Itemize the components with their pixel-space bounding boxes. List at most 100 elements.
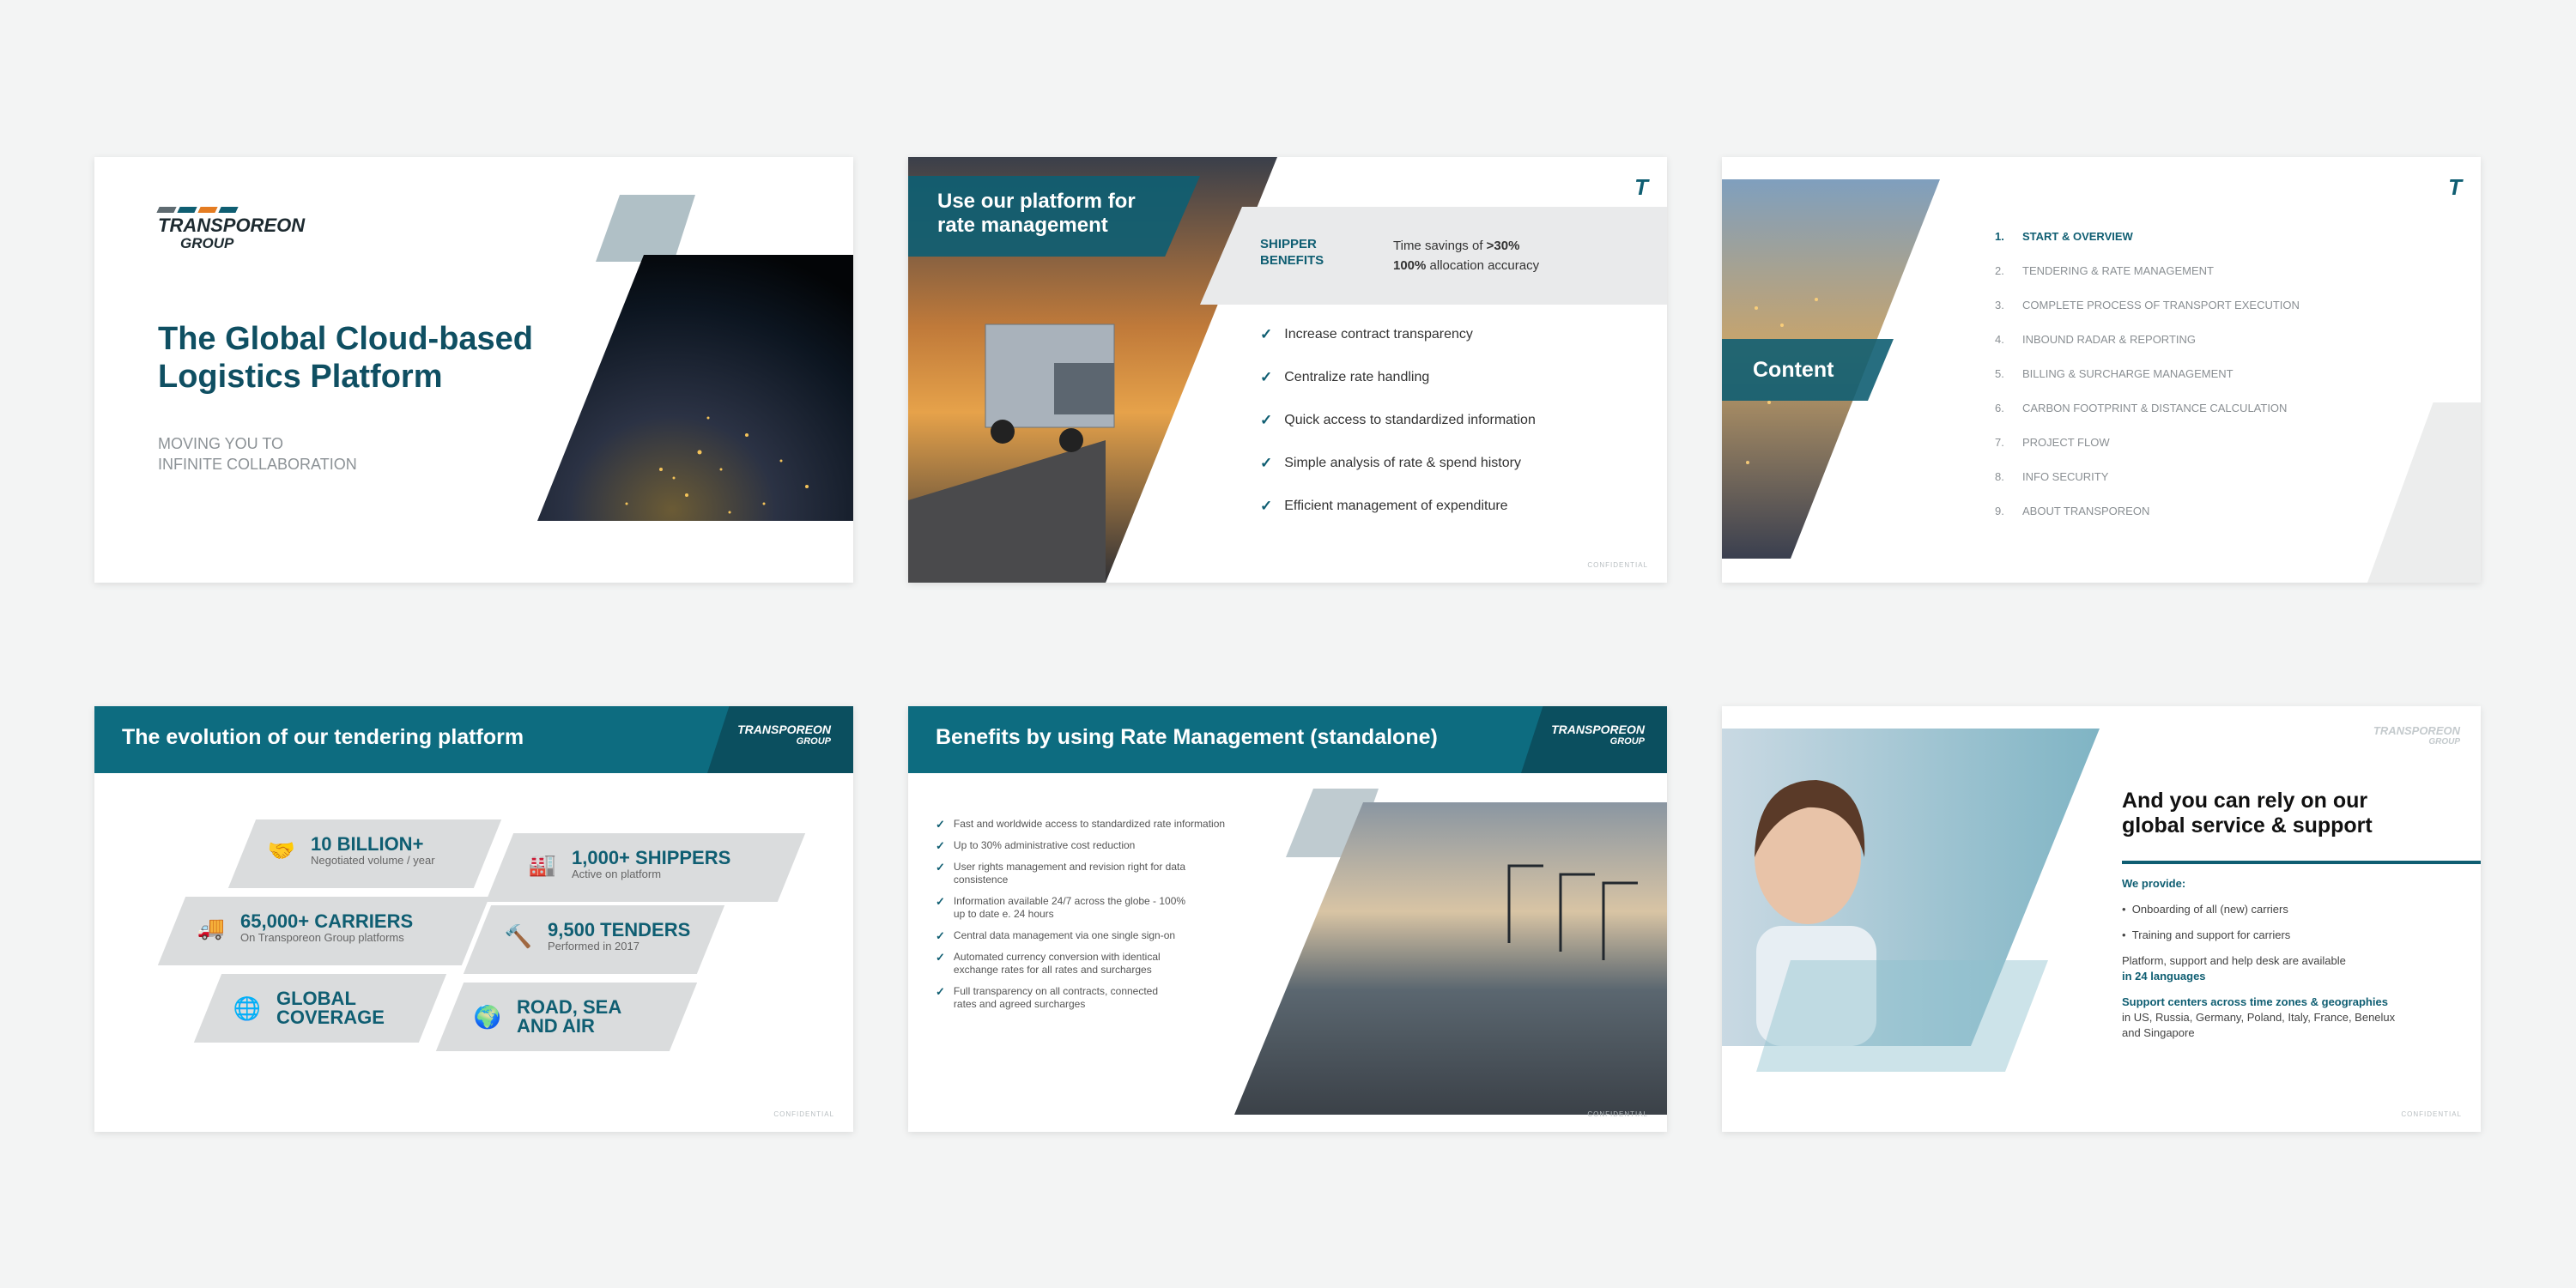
benefits-label-line-1: SHIPPER <box>1260 237 1317 251</box>
list-item: ✓ Efficient management of expenditure <box>1260 498 1508 514</box>
we-provide-label: We provide: <box>2122 877 2186 890</box>
list-item: ✓ Simple analysis of rate & spend history <box>1260 455 1521 471</box>
stat-tenders: 🔨 9,500 TENDERS Performed in 2017 <box>504 919 691 953</box>
subtitle-line-2: INFINITE COLLABORATION <box>158 456 357 473</box>
heading-line-2: rate management <box>937 214 1108 237</box>
content-label: Content <box>1753 358 1834 382</box>
harbor-city-image <box>1234 789 1667 1115</box>
subtitle-line-1: MOVING YOU TO <box>158 435 284 452</box>
support-details: We provide: • Onboarding of all (new) ca… <box>2122 876 2457 1041</box>
factory-icon: 🏭 <box>528 851 557 877</box>
stat-volume: 🤝 10 BILLION+ Negotiated volume / year <box>267 833 435 868</box>
footer-text: CONFIDENTIAL <box>773 1110 834 1118</box>
banner-logo-name: TRANSPOREON <box>1551 723 1645 736</box>
slide-benefits[interactable]: Benefits by using Rate Management (stand… <box>908 706 1667 1132</box>
heading-underline <box>2122 861 2481 864</box>
check-icon: ✓ <box>936 895 945 908</box>
list-item: ✓ User rights management and revision rig… <box>936 861 1186 886</box>
list-item: ✓ Automated currency conversion with iden… <box>936 951 1161 976</box>
list-item: ✓ Full transparency on all contracts, con… <box>936 985 1159 1010</box>
check-icon: ✓ <box>936 818 945 831</box>
support-centers-text-2: and Singapore <box>2122 1026 2195 1039</box>
decorative-shape <box>2367 402 2481 583</box>
globe-icon: 🌐 <box>233 995 262 1021</box>
check-icon: ✓ <box>936 839 945 852</box>
benefit-list: ✓ Increase contract transparency ✓ Central… <box>1260 313 1536 528</box>
list-item: • Training and support for carriers <box>2122 928 2291 941</box>
toc-item[interactable]: 8. INFO SECURITY <box>1995 459 2300 493</box>
list-item: • Onboarding of all (new) carriers <box>2122 903 2288 916</box>
time-savings-text: Time savings of >30% <box>1393 239 1520 253</box>
list-item: ✓ Information available 24/7 across the g… <box>936 895 1186 920</box>
check-icon: ✓ <box>936 985 945 998</box>
heading-line-1: And you can rely on our <box>2122 789 2368 813</box>
check-icon: ✓ <box>1260 498 1273 514</box>
toc-item[interactable]: 6. CARBON FOOTPRINT & DISTANCE CALCULATIO… <box>1995 390 2300 425</box>
check-icon: ✓ <box>1260 412 1273 428</box>
check-icon: ✓ <box>1260 369 1273 385</box>
toc-item[interactable]: 1. START & OVERVIEW <box>1995 219 2300 253</box>
list-item: ✓ Centralize rate handling <box>1260 369 1430 385</box>
check-icon: ✓ <box>936 929 945 942</box>
slide-rate-management[interactable]: Use our platform for rate management T S… <box>908 157 1667 583</box>
earth-night-image <box>537 195 853 521</box>
toc-item[interactable]: 3. COMPLETE PROCESS OF TRANSPORT EXECUTIO… <box>1995 287 2300 322</box>
support-agent-image <box>1722 729 2100 1072</box>
footer-text: CONFIDENTIAL <box>1587 561 1648 569</box>
handshake-icon: 🤝 <box>267 838 296 863</box>
transporeon-mark-icon: T <box>2448 174 2462 200</box>
stat-shippers: 🏭 1,000+ SHIPPERS Active on platform <box>528 847 731 881</box>
banner-logo: TRANSPOREON GROUP <box>737 723 831 747</box>
slide-heading: Benefits by using Rate Management (stand… <box>936 725 1438 749</box>
slide-heading: Use our platform for rate management <box>937 190 1136 238</box>
list-item: ✓ Increase contract transparency <box>1260 326 1473 342</box>
banner-logo-name: TRANSPOREON <box>737 723 831 736</box>
list-item: ✓ Up to 30% administrative cost reduction <box>936 839 1136 852</box>
table-of-contents: 1. START & OVERVIEW 2. TENDERING & RATE MA… <box>1995 219 2300 528</box>
banner-logo-group: GROUP <box>796 736 831 747</box>
heading-line-1: Use our platform for <box>937 190 1136 213</box>
footer-text: CONFIDENTIAL <box>1587 1110 1648 1118</box>
check-icon: ✓ <box>1260 326 1273 342</box>
list-item: ✓ Fast and worldwide access to standardiz… <box>936 818 1226 831</box>
check-icon: ✓ <box>1260 455 1273 471</box>
shipper-benefits-label: SHIPPER BENEFITS <box>1260 236 1324 269</box>
logo-name: TRANSPOREON <box>2373 724 2460 737</box>
support-centers-text-1: in US, Russia, Germany, Poland, Italy, F… <box>2122 1011 2396 1024</box>
slide-heading: The evolution of our tendering platform <box>122 725 524 749</box>
title-line-2: Logistics Platform <box>158 359 443 395</box>
heading-line-2: global service & support <box>2122 813 2373 838</box>
slide-title[interactable]: TRANSPOREON GROUP The Global Cloud-based… <box>94 157 853 583</box>
slide-heading: And you can rely on our global service &… <box>2122 789 2373 838</box>
stat-coverage: 🌐 GLOBAL COVERAGE <box>233 988 385 1028</box>
slide-service-support[interactable]: TRANSPOREON GROUP And you can rely on ou… <box>1722 706 2481 1132</box>
logo-group: GROUP <box>2428 737 2460 747</box>
list-item: ✓ Quick access to standardized informatio… <box>1260 412 1536 428</box>
footer-text: CONFIDENTIAL <box>2401 1110 2462 1118</box>
toc-item[interactable]: 7. PROJECT FLOW <box>1995 425 2300 459</box>
toc-item[interactable]: 9. ABOUT TRANSPOREON <box>1995 493 2300 528</box>
truck-icon: 🚚 <box>197 915 226 940</box>
slide-evolution[interactable]: The evolution of our tendering platform … <box>94 706 853 1132</box>
logo-name: TRANSPOREON <box>158 215 306 236</box>
transporeon-mark-icon: T <box>1634 174 1648 200</box>
benefit-list: ✓ Fast and worldwide access to standardiz… <box>936 818 1262 1019</box>
check-icon: ✓ <box>936 951 945 964</box>
toc-item[interactable]: 4. INBOUND RADAR & REPORTING <box>1995 322 2300 356</box>
languages-highlight: in 24 languages <box>2122 970 2206 983</box>
logo-group: GROUP <box>180 235 234 251</box>
transporeon-group-logo: TRANSPOREON GROUP <box>156 207 306 252</box>
check-icon: ✓ <box>936 861 945 874</box>
toc-item[interactable]: 5. BILLING & SURCHARGE MANAGEMENT <box>1995 356 2300 390</box>
toc-item[interactable]: 2. TENDERING & RATE MANAGEMENT <box>1995 253 2300 287</box>
allocation-text: 100% allocation accuracy <box>1393 258 1540 273</box>
transporeon-group-logo: TRANSPOREON GROUP <box>2373 725 2460 747</box>
banner-logo: TRANSPOREON GROUP <box>1551 723 1645 747</box>
benefits-label-line-2: BENEFITS <box>1260 253 1324 268</box>
stat-modes: 🌍 ROAD, SEA AND AIR <box>473 996 622 1037</box>
slide-content[interactable]: Content T 1. START & OVERVIEW 2. TENDERING… <box>1722 157 2481 583</box>
list-item: ✓ Central data management via one single … <box>936 929 1176 942</box>
gavel-icon: 🔨 <box>504 923 533 949</box>
title-line-1: The Global Cloud-based <box>158 321 534 357</box>
shipper-benefits-values: Time savings of >30% 100% allocation acc… <box>1393 236 1539 275</box>
